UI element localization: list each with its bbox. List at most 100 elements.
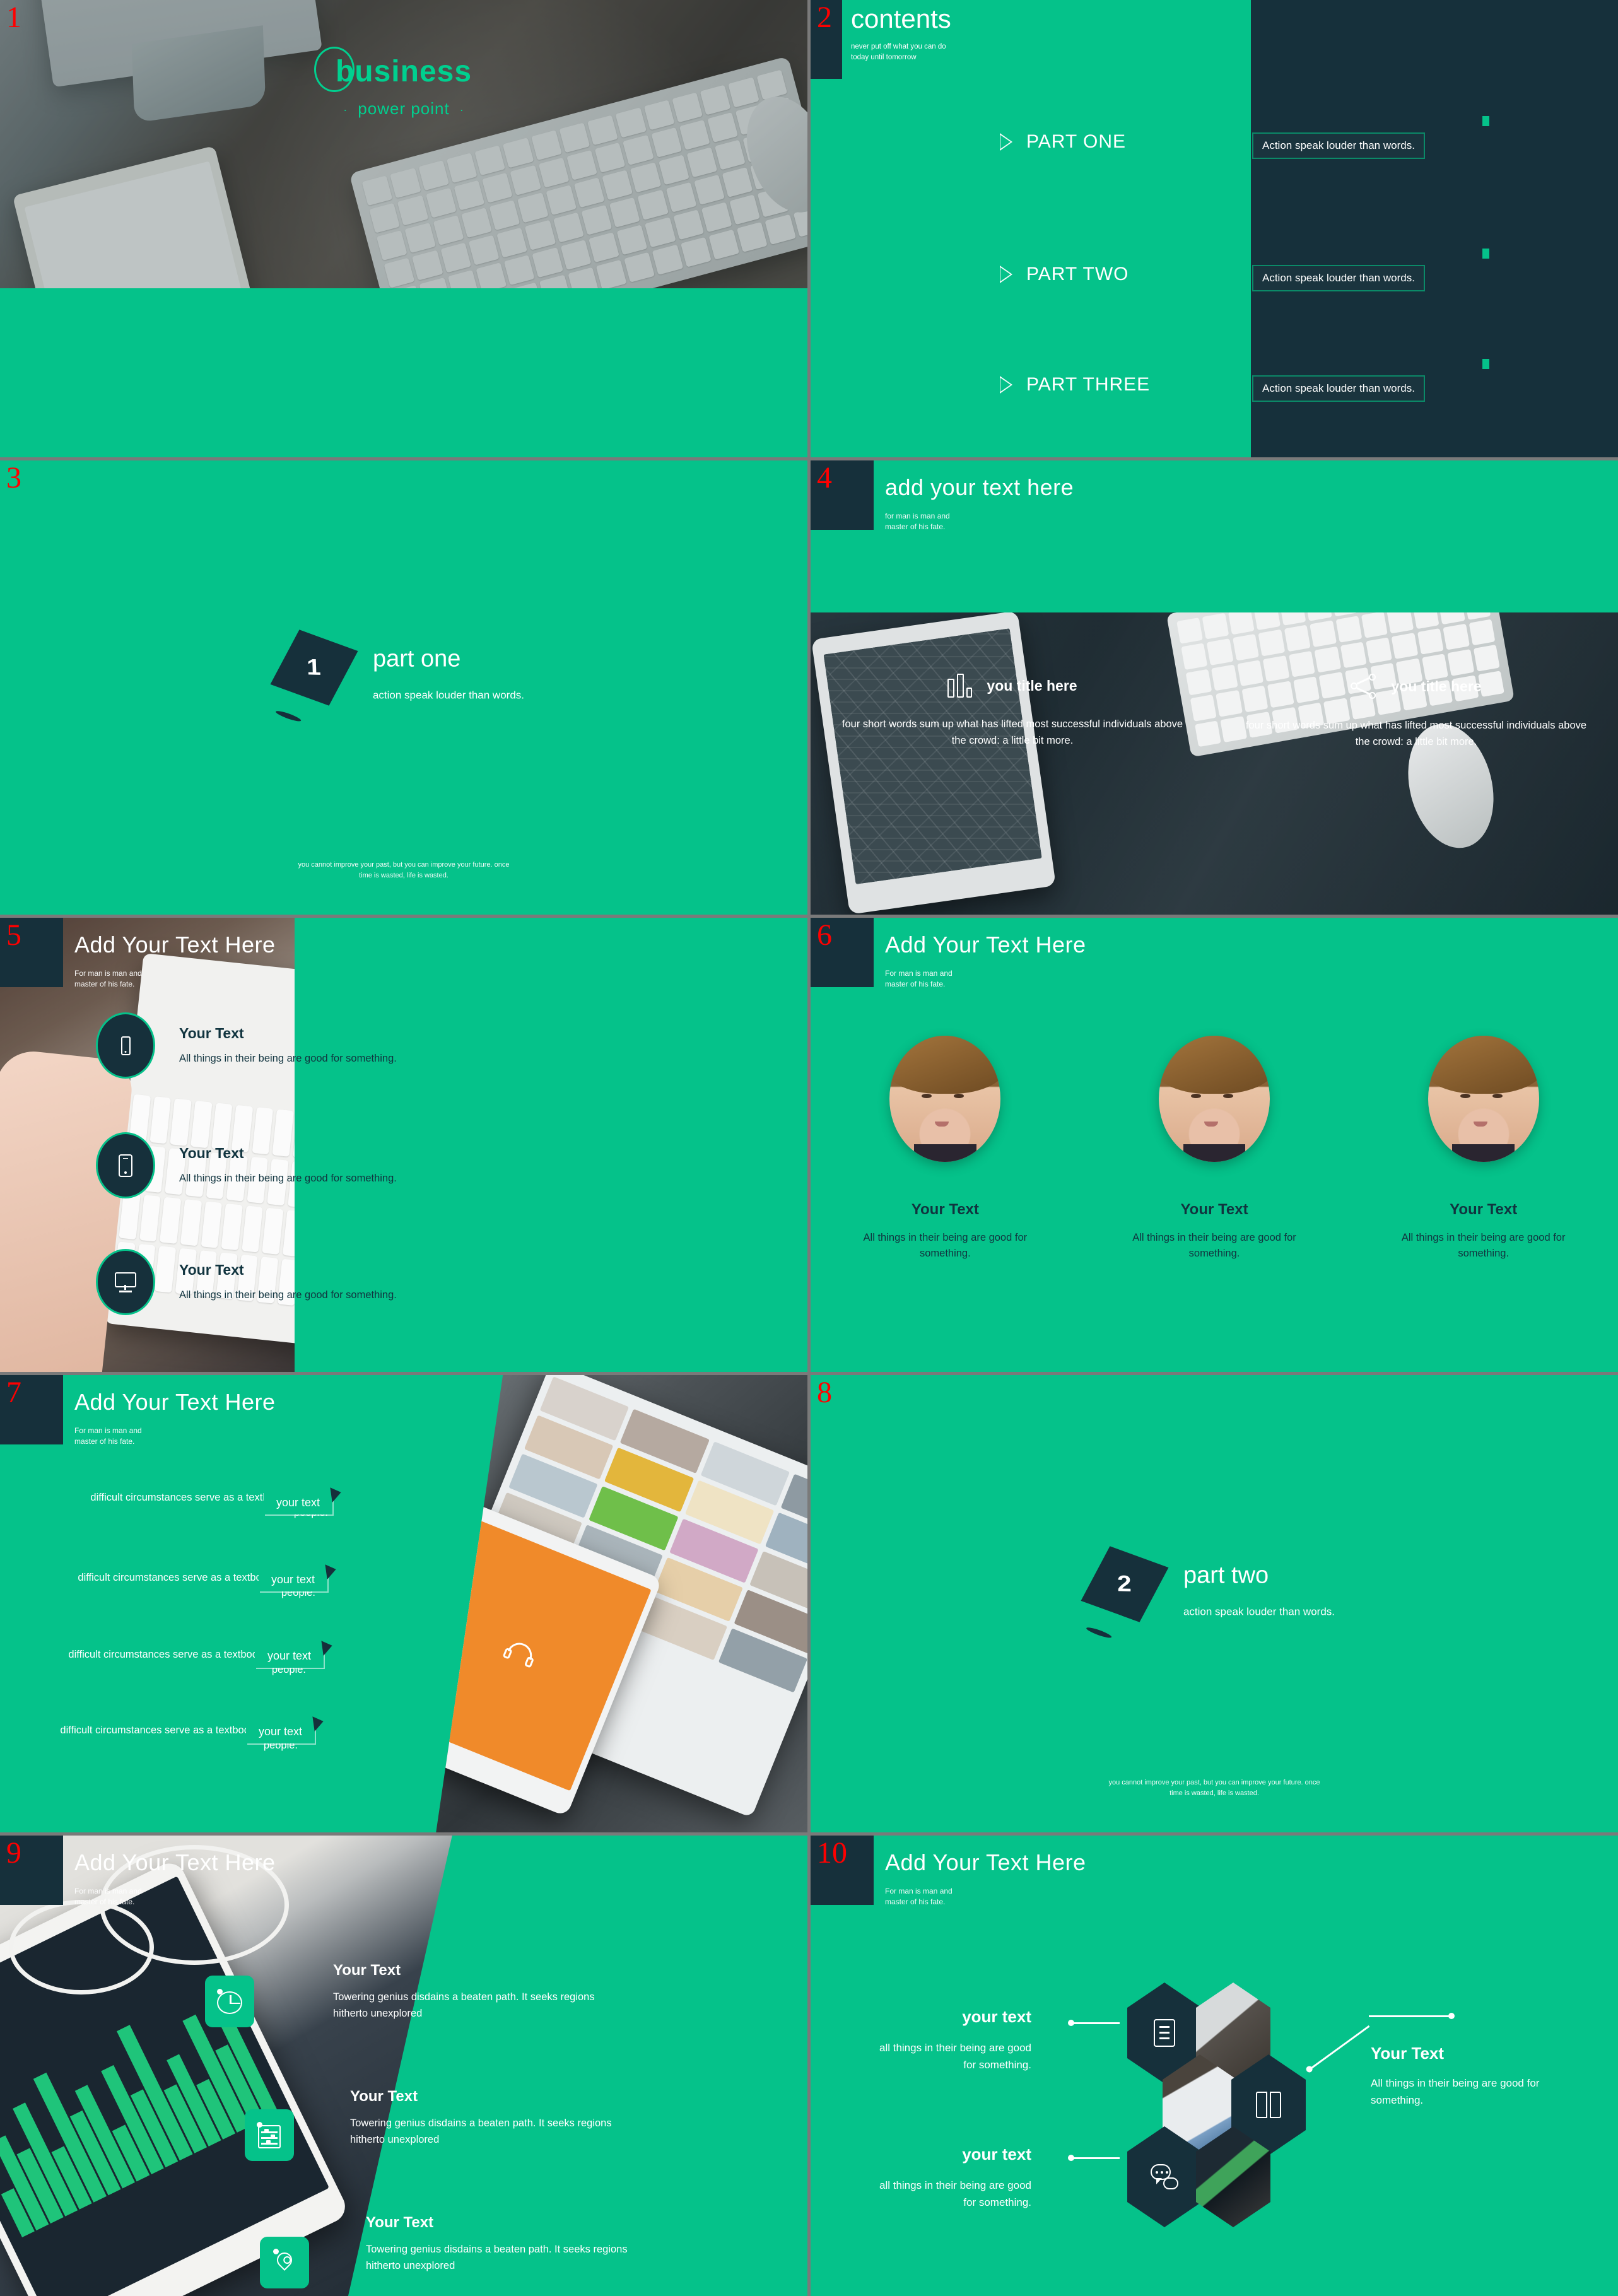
section-number: 2 bbox=[1117, 1571, 1132, 1596]
slide-4[interactable]: add your text here for man is man and ma… bbox=[811, 460, 1618, 915]
page-title: Add Your Text Here bbox=[74, 932, 276, 958]
phone-small-icon bbox=[120, 1036, 131, 1055]
connector-line bbox=[1369, 2013, 1455, 2019]
square-accent-icon bbox=[1482, 116, 1489, 126]
feature-column[interactable]: you title here four short words sum up w… bbox=[811, 674, 1214, 750]
slide-8[interactable]: 2 part two action speak louder than word… bbox=[811, 1375, 1618, 1832]
section-number-diamond: 2 bbox=[1081, 1545, 1169, 1639]
slide-6[interactable]: Add Your Text Here For man is man and ma… bbox=[811, 918, 1618, 1372]
profile-body: All things in their being are good for s… bbox=[863, 1232, 1028, 1259]
list-item[interactable]: Your Text All things in their being are … bbox=[0, 1132, 807, 1198]
map-pin-icon bbox=[273, 2249, 296, 2276]
icon-badge bbox=[205, 1976, 254, 2027]
list-item[interactable]: PART TWO Action speak louder than words. bbox=[811, 249, 1618, 363]
part-label: PART ONE bbox=[1026, 131, 1127, 152]
presentation-title: business bbox=[314, 47, 472, 92]
hex-label-left-bottom: your text all things in their being are … bbox=[874, 2145, 1031, 2211]
desk-photo-background bbox=[0, 0, 807, 288]
title-block: business · power point · bbox=[0, 47, 807, 119]
profile-title: Your Text bbox=[1180, 1201, 1248, 1219]
section-subtitle: action speak louder than words. bbox=[372, 689, 525, 701]
slide-number-4: 4 bbox=[817, 461, 832, 495]
slide-10[interactable]: Add Your Text Here For man is man and ma… bbox=[811, 1836, 1618, 2296]
profile-title: Your Text bbox=[911, 1201, 979, 1219]
slide-2[interactable]: contents never put off what you can do t… bbox=[811, 0, 1618, 457]
page-subtitle: For man is man and master of his fate. bbox=[74, 1426, 142, 1446]
page-title: Add Your Text Here bbox=[74, 1849, 276, 1875]
page-subtitle: for man is man and master of his fate. bbox=[885, 512, 950, 532]
list-item[interactable]: PART THREE Action speak louder than word… bbox=[811, 359, 1618, 436]
hex-label-title: Your Text bbox=[1371, 2044, 1445, 2063]
slide-deck: business · power point · 1 contents never … bbox=[0, 0, 1618, 2296]
presentation-subtitle-text: power point bbox=[358, 99, 450, 118]
feature-body: Towering genius disdains a beaten path. … bbox=[366, 2244, 628, 2271]
play-triangle-icon bbox=[1000, 376, 1014, 394]
slide-number-6: 6 bbox=[817, 918, 832, 952]
section-subtitle: action speak louder than words. bbox=[1183, 1605, 1335, 1617]
list-item[interactable]: Your Text Towering genius disdains a bea… bbox=[333, 1962, 604, 2022]
profile-body: All things in their being are good for s… bbox=[1401, 1232, 1566, 1259]
phone-large-icon bbox=[119, 1154, 132, 1177]
slide-number-2: 2 bbox=[817, 1, 832, 34]
profile-card[interactable]: Your Text All things in their being are … bbox=[1080, 1036, 1349, 1262]
list-item[interactable]: Your Text All things in their being are … bbox=[0, 1012, 807, 1079]
tablet-with-map bbox=[811, 612, 1057, 915]
section-number-diamond: 1 bbox=[270, 630, 358, 723]
section-footer-quote: you cannot improve your past, but you ca… bbox=[1108, 1778, 1320, 1798]
contents-entry-2[interactable]: PART TWO bbox=[1000, 264, 1128, 285]
slide-9[interactable]: Your Text Towering genius disdains a bea… bbox=[0, 1836, 807, 2296]
feature-body: four short words sum up what has lifted … bbox=[1245, 720, 1587, 747]
part-label: PART THREE bbox=[1026, 374, 1151, 395]
slide-number-10: 10 bbox=[817, 1836, 847, 1870]
monitor-icon bbox=[115, 1272, 136, 1292]
slide-number-1: 1 bbox=[6, 1, 21, 34]
page-subtitle: For man is man and master of his fate. bbox=[885, 1887, 953, 1907]
tablet-photo-background bbox=[811, 612, 1618, 915]
tag-button[interactable]: your text bbox=[264, 1492, 333, 1514]
profile-card[interactable]: Your Text All things in their being are … bbox=[1349, 1036, 1618, 1262]
hex-label-title: your text bbox=[962, 2145, 1031, 2164]
presentation-title-text: business bbox=[335, 55, 472, 88]
slide-number-7: 7 bbox=[6, 1376, 21, 1409]
page-subtitle: never put off what you can do today unti… bbox=[851, 43, 946, 62]
slide-7[interactable]: difficult circumstances serve as a textb… bbox=[0, 1375, 807, 1832]
page-title: Add Your Text Here bbox=[74, 1389, 276, 1415]
profile-body: All things in their being are good for s… bbox=[1132, 1232, 1296, 1259]
feature-title: Your Text bbox=[350, 2088, 418, 2105]
tag-button[interactable]: your text bbox=[259, 1569, 328, 1591]
page-title: Add Your Text Here bbox=[885, 932, 1086, 958]
connector-line bbox=[1068, 2155, 1120, 2161]
contents-entry-1[interactable]: PART ONE bbox=[1000, 131, 1126, 153]
page-subtitle: For man is man and master of his fate. bbox=[885, 969, 953, 989]
feature-columns: you title here four short words sum up w… bbox=[811, 674, 1618, 750]
page-title: Add Your Text Here bbox=[885, 1849, 1086, 1875]
play-triangle-icon bbox=[1000, 266, 1014, 283]
page-subtitle: For man is man and master of his fate. bbox=[74, 1887, 142, 1907]
list-item[interactable]: PART ONE Action speak louder than words. bbox=[811, 116, 1618, 252]
list-item[interactable]: Your Text Towering genius disdains a bea… bbox=[350, 2088, 621, 2148]
header-block: Add Your Text Here For man is man and ma… bbox=[74, 1389, 276, 1448]
feature-title: Your Text bbox=[366, 2214, 434, 2231]
contents-entry-3[interactable]: PART THREE bbox=[1000, 374, 1150, 395]
list-item[interactable]: Your Text All things in their being are … bbox=[0, 1249, 807, 1315]
list-item[interactable]: Your Text Towering genius disdains a bea… bbox=[366, 2214, 637, 2274]
slide-3[interactable]: 1 part one action speak louder than word… bbox=[0, 460, 807, 915]
header-block: Add Your Text Here For man is man and ma… bbox=[885, 932, 1086, 990]
feature-column[interactable]: you title here four short words sum up w… bbox=[1214, 674, 1618, 750]
slide-number-3: 3 bbox=[6, 461, 21, 495]
bar-chart-icon bbox=[947, 674, 973, 698]
profile-card[interactable]: Your Text All things in their being are … bbox=[811, 1036, 1080, 1262]
tag-button[interactable]: your text bbox=[246, 1721, 315, 1743]
header-block: Add Your Text Here For man is man and ma… bbox=[74, 932, 276, 990]
section-divider-block: 1 part one action speak louder than word… bbox=[0, 630, 807, 723]
header-block: Add Your Text Here For man is man and ma… bbox=[885, 1849, 1086, 1908]
hex-label-body: All things in their being are good for s… bbox=[1371, 2077, 1540, 2107]
hex-label-title: your text bbox=[962, 2007, 1031, 2026]
hex-label-right: Your Text All things in their being are … bbox=[1371, 2044, 1560, 2109]
bullet-dot-left-icon: · bbox=[343, 103, 348, 116]
slide-1[interactable]: business · power point · 1 bbox=[0, 0, 807, 457]
tag-button[interactable]: your text bbox=[255, 1645, 324, 1668]
profile-title: Your Text bbox=[1450, 1201, 1518, 1219]
slide-5[interactable]: Your Text All things in their being are … bbox=[0, 918, 807, 1372]
icon-badge bbox=[260, 2237, 309, 2288]
